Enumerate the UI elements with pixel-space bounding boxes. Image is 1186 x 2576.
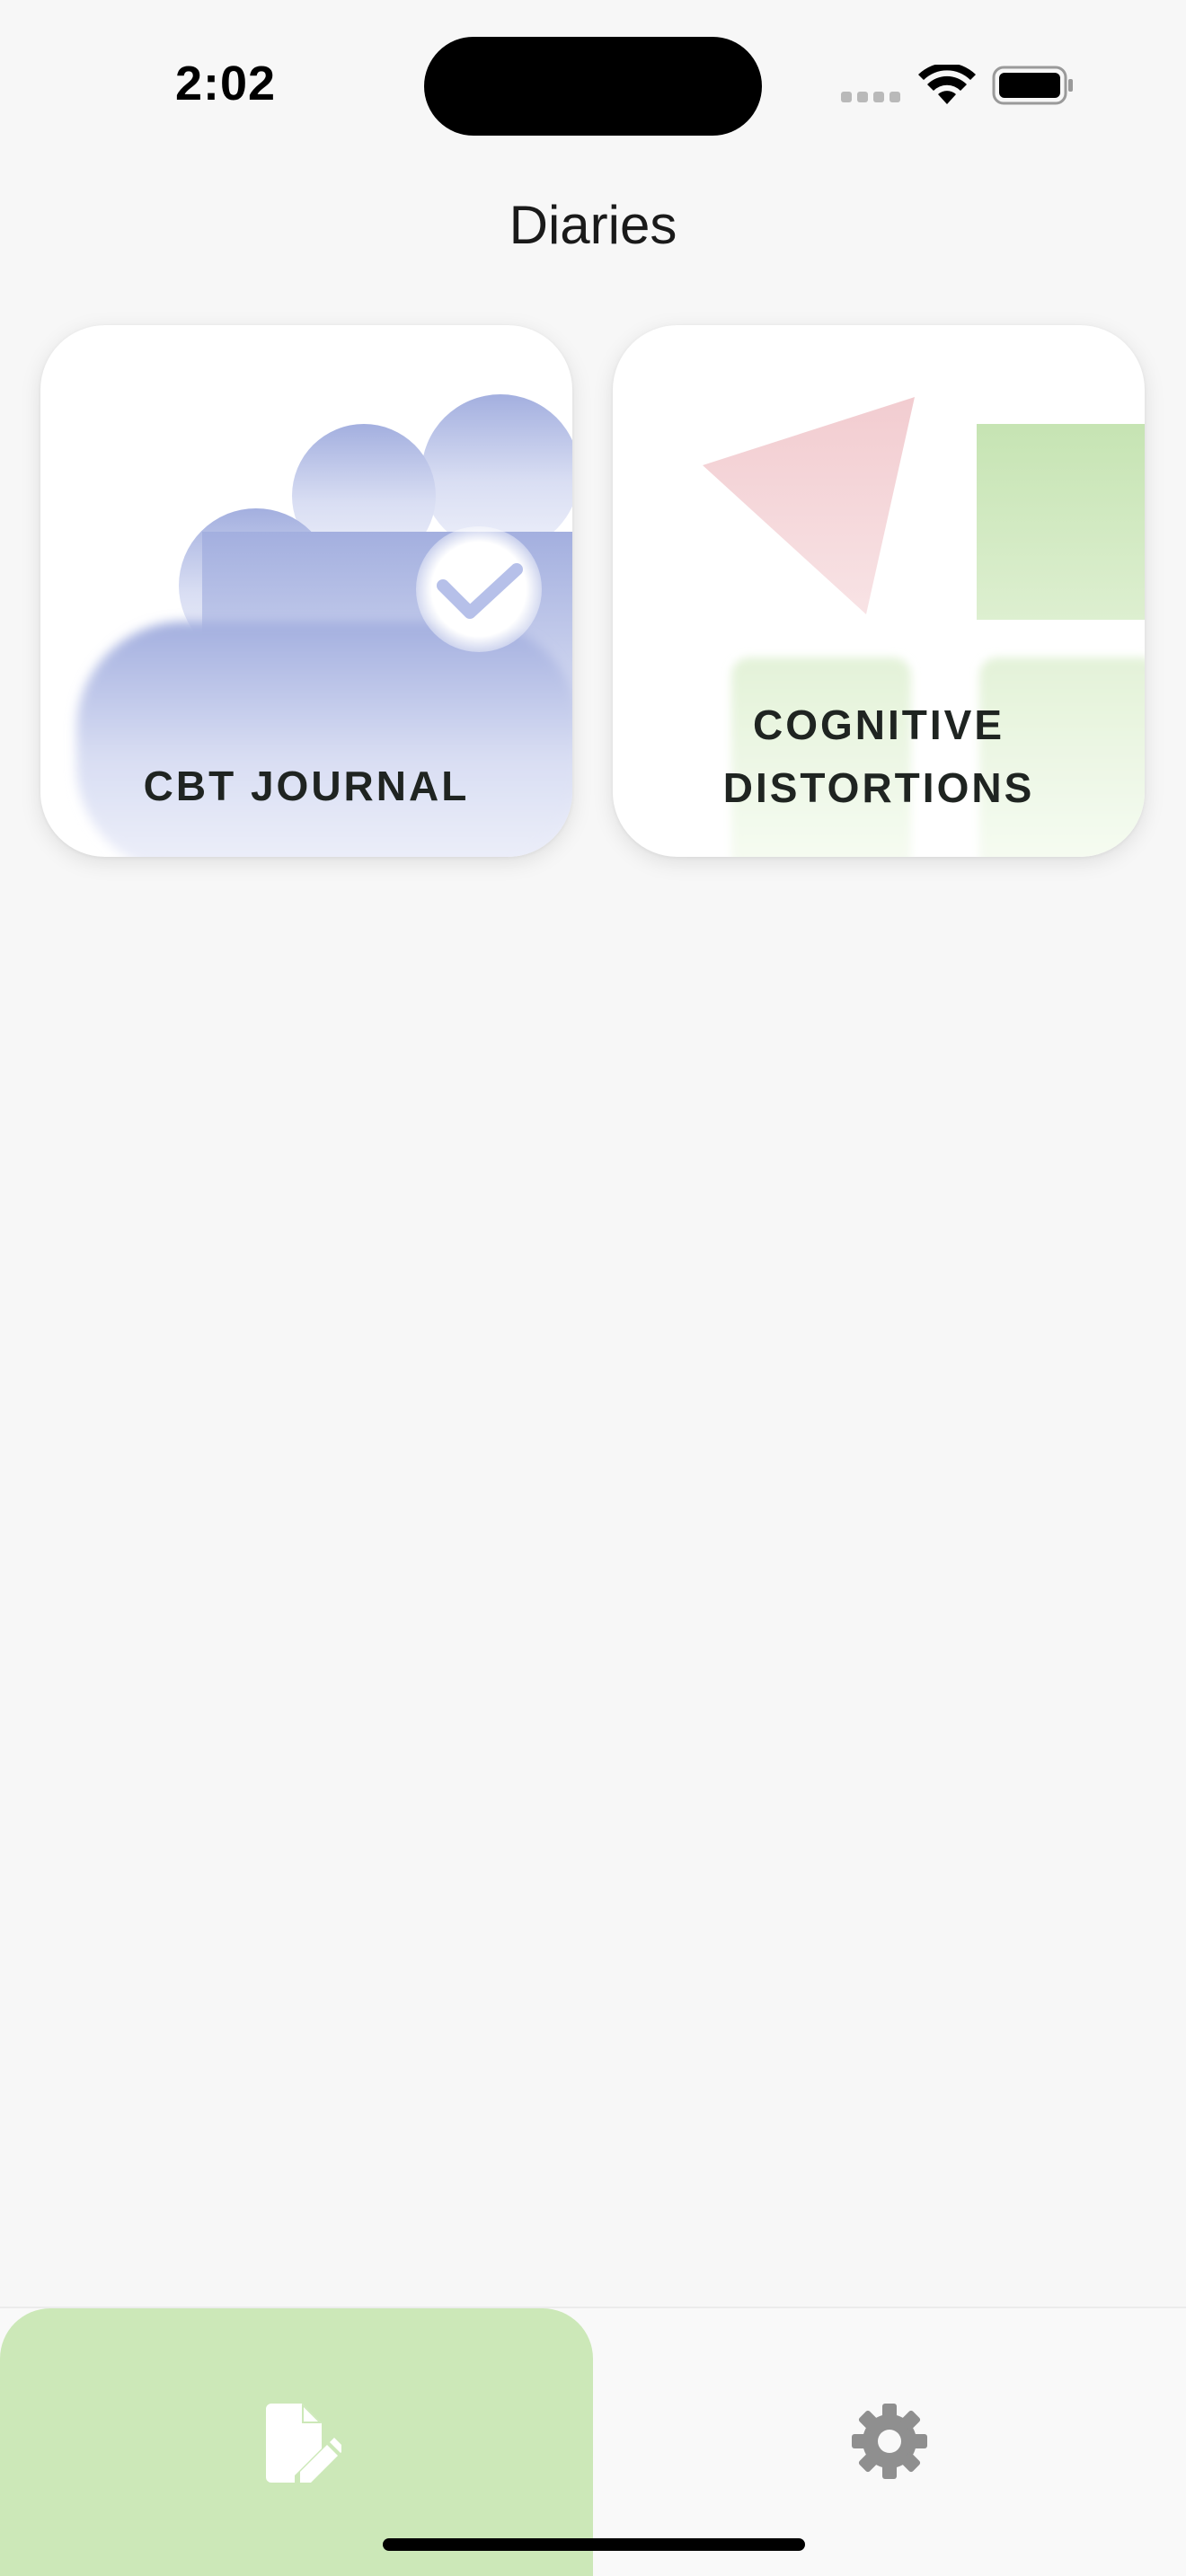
diaries-screen: 2:02 Diaries CBT JOURNAL COGNITIVE DISTO… [0, 0, 1186, 2576]
nav-tab-settings[interactable] [593, 2308, 1186, 2576]
edit-document-icon [266, 2404, 341, 2483]
page-title: Diaries [509, 195, 677, 255]
card-label-line2: DISTORTIONS [722, 764, 1035, 811]
battery-icon [992, 66, 1073, 105]
cognitive-distortions-card[interactable]: COGNITIVE DISTORTIONS [613, 325, 1145, 857]
card-label: COGNITIVE DISTORTIONS [613, 693, 1145, 819]
cellular-signal-icon [841, 92, 902, 102]
dynamic-island [424, 37, 762, 136]
home-indicator [383, 2538, 805, 2551]
gear-icon [852, 2404, 927, 2479]
bottom-navigation [0, 2307, 1186, 2576]
cbt-journal-card[interactable]: CBT JOURNAL [40, 325, 572, 857]
wifi-icon [918, 65, 976, 104]
status-time: 2:02 [175, 57, 277, 110]
card-label: CBT JOURNAL [143, 763, 470, 809]
nav-tab-diaries[interactable] [0, 2308, 593, 2576]
card-label-line1: COGNITIVE [752, 701, 1005, 748]
